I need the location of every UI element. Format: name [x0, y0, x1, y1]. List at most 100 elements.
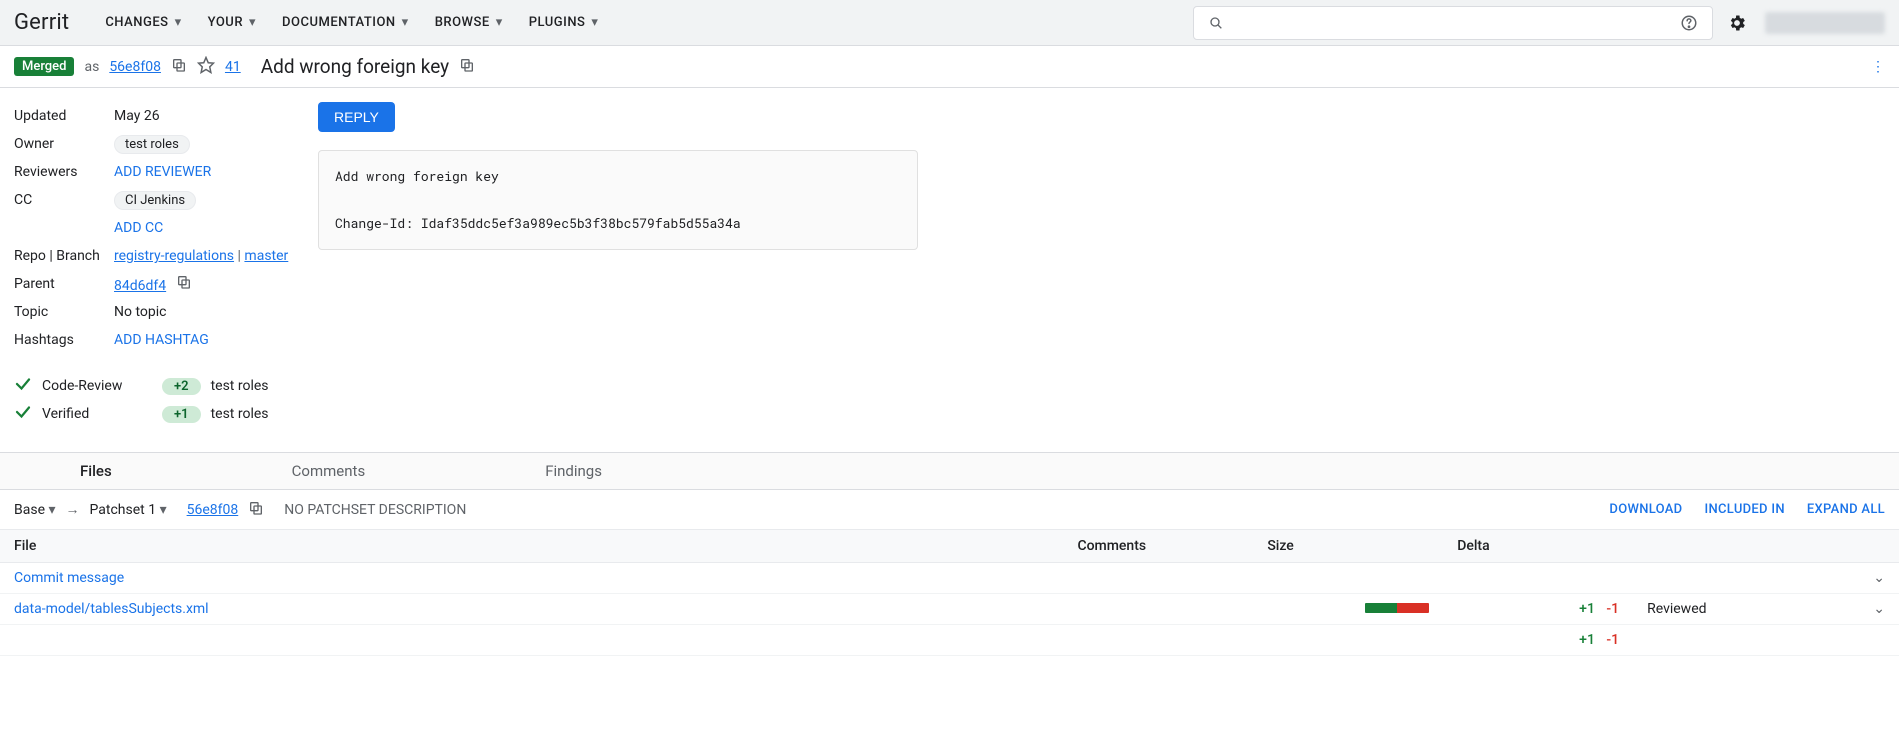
- included-in-button[interactable]: INCLUDED IN: [1704, 502, 1784, 517]
- col-expand: [1823, 530, 1899, 563]
- chevron-down-icon: ▾: [402, 15, 409, 30]
- check-icon: [14, 403, 32, 425]
- nav-browse[interactable]: BROWSE ▾: [425, 9, 513, 36]
- file-delta: [1443, 563, 1633, 594]
- file-row[interactable]: Commit message ⌄: [0, 563, 1899, 594]
- chevron-down-icon: ▾: [591, 15, 598, 30]
- vote-by: test roles: [211, 378, 269, 394]
- totals-add: +1: [1579, 632, 1595, 648]
- meta-updated-label: Updated: [14, 108, 114, 124]
- file-totals-row: +1 -1: [0, 625, 1899, 656]
- download-button[interactable]: DOWNLOAD: [1609, 502, 1682, 517]
- page-title: Add wrong foreign key: [261, 55, 449, 78]
- file-status: [1633, 563, 1823, 594]
- vote-score: +1: [162, 406, 201, 423]
- col-comments: Comments: [1063, 530, 1253, 563]
- col-size: Size: [1253, 530, 1443, 563]
- chevron-down-icon: ▾: [496, 15, 503, 30]
- meta-updated-value: May 26: [114, 108, 302, 124]
- vote-label: Verified: [42, 406, 152, 422]
- top-header: Gerrit CHANGES ▾ YOUR ▾ DOCUMENTATION ▾ …: [0, 0, 1899, 46]
- chevron-down-icon: ▾: [249, 15, 256, 30]
- nav-label: BROWSE: [435, 15, 490, 30]
- file-comments: [1063, 594, 1253, 625]
- add-cc-button[interactable]: ADD CC: [114, 220, 302, 236]
- reply-button[interactable]: REPLY: [318, 102, 395, 132]
- user-menu[interactable]: [1765, 12, 1885, 34]
- vote-by: test roles: [211, 406, 269, 422]
- commit-link[interactable]: 56e8f08: [109, 59, 161, 75]
- patchset-selector[interactable]: Patchset 1 ▾: [90, 502, 167, 518]
- file-name[interactable]: data-model/tablesSubjects.xml: [14, 601, 209, 617]
- meta-topic-label: Topic: [14, 304, 114, 320]
- copy-icon[interactable]: [176, 278, 192, 294]
- file-name[interactable]: Commit message: [14, 570, 124, 586]
- col-delta: Delta: [1443, 530, 1633, 563]
- nav-plugins[interactable]: PLUGINS ▾: [519, 9, 609, 36]
- owner-chip[interactable]: test roles: [114, 135, 190, 154]
- nav-documentation[interactable]: DOCUMENTATION ▾: [272, 9, 419, 36]
- right-column: REPLY Add wrong foreign key Change-Id: I…: [318, 102, 918, 428]
- nav-label: PLUGINS: [529, 15, 586, 30]
- tab-comments[interactable]: Comments: [272, 454, 386, 488]
- arrow-icon: →: [66, 501, 80, 518]
- base-label: Base: [14, 502, 45, 518]
- tab-files[interactable]: Files: [60, 454, 132, 488]
- search-box[interactable]: [1193, 6, 1713, 40]
- meta-owner-label: Owner: [14, 136, 114, 152]
- copy-icon[interactable]: [248, 500, 264, 520]
- meta-parent-label: Parent: [14, 276, 114, 292]
- gear-icon[interactable]: [1723, 9, 1751, 37]
- brand[interactable]: Gerrit: [14, 10, 69, 35]
- no-patchset-desc: NO PATCHSET DESCRIPTION: [284, 502, 466, 518]
- chevron-down-icon[interactable]: ⌄: [1873, 601, 1885, 617]
- add-hashtag-button[interactable]: ADD HASHTAG: [114, 332, 302, 348]
- chevron-down-icon: ▾: [48, 502, 55, 518]
- tab-findings[interactable]: Findings: [525, 454, 622, 488]
- vote-score: +2: [162, 378, 201, 395]
- patchset-row: Base ▾ → Patchset 1 ▾ 56e8f08 NO PATCHSE…: [0, 490, 1899, 530]
- add-reviewer-button[interactable]: ADD REVIEWER: [114, 164, 302, 180]
- copy-icon[interactable]: [171, 57, 187, 77]
- file-status: Reviewed: [1633, 594, 1823, 625]
- star-count[interactable]: 41: [225, 59, 241, 75]
- meta-repo-label: Repo | Branch: [14, 248, 114, 264]
- patchset-sha[interactable]: 56e8f08: [187, 502, 239, 518]
- base-selector[interactable]: Base ▾: [14, 502, 56, 518]
- file-delta: +1 -1: [1443, 594, 1633, 625]
- meta-reviewers-label: Reviewers: [14, 164, 114, 180]
- more-actions-icon[interactable]: ⋮: [1871, 59, 1885, 75]
- nav-label: CHANGES: [105, 15, 168, 30]
- vote-verified: Verified +1 test roles: [14, 400, 302, 428]
- nav-changes[interactable]: CHANGES ▾: [95, 9, 191, 36]
- branch-link[interactable]: master: [244, 248, 288, 264]
- status-badge: Merged: [14, 57, 74, 76]
- file-comments: [1063, 563, 1253, 594]
- meta-cc-label: CC: [14, 192, 114, 208]
- commit-message-card: Add wrong foreign key Change-Id: Idaf35d…: [318, 150, 918, 250]
- check-icon: [14, 375, 32, 397]
- copy-icon[interactable]: [459, 57, 475, 77]
- file-row[interactable]: data-model/tablesSubjects.xml +1 -1 Revi…: [0, 594, 1899, 625]
- file-size: [1253, 594, 1443, 625]
- star-icon[interactable]: [197, 56, 215, 78]
- help-icon[interactable]: [1676, 10, 1702, 36]
- top-nav: CHANGES ▾ YOUR ▾ DOCUMENTATION ▾ BROWSE …: [95, 9, 608, 36]
- patchset-label: Patchset 1: [90, 502, 157, 518]
- vote-code-review: Code-Review +2 test roles: [14, 372, 302, 400]
- chevron-down-icon: ▾: [175, 15, 182, 30]
- expand-all-button[interactable]: EXPAND ALL: [1807, 502, 1885, 517]
- meta-topic-value: No topic: [114, 304, 302, 320]
- nav-your[interactable]: YOUR ▾: [198, 9, 266, 36]
- main-area: Updated May 26 Owner test roles Reviewer…: [0, 88, 1899, 452]
- nav-label: YOUR: [208, 15, 243, 30]
- repo-link[interactable]: registry-regulations: [114, 248, 234, 264]
- search-icon: [1204, 11, 1228, 35]
- totals-del: -1: [1606, 632, 1619, 648]
- chevron-down-icon[interactable]: ⌄: [1873, 570, 1885, 586]
- cc-chip[interactable]: CI Jenkins: [114, 191, 196, 210]
- file-size: [1253, 563, 1443, 594]
- col-file: File: [0, 530, 1063, 563]
- search-input[interactable]: [1236, 15, 1668, 31]
- parent-link[interactable]: 84d6df4: [114, 278, 166, 294]
